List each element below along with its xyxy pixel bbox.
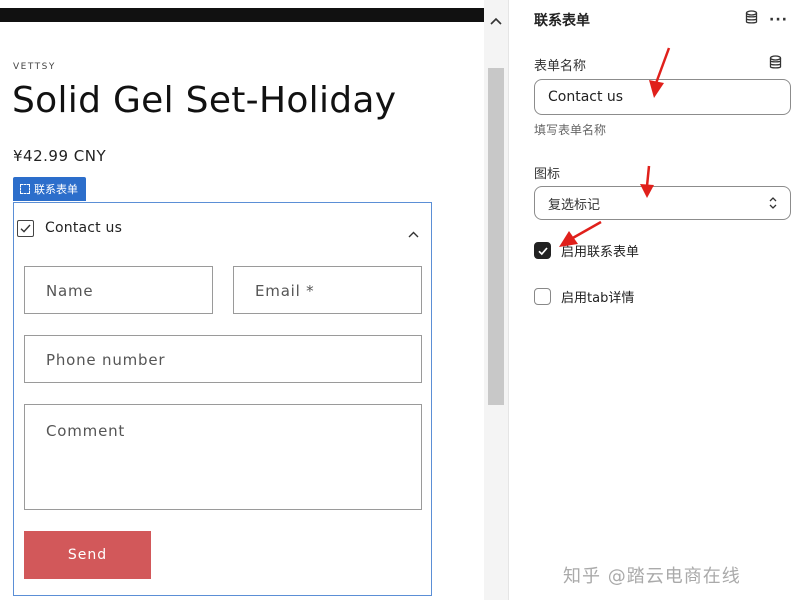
comment-textarea[interactable]: Comment [24,404,422,510]
enable-contact-form-checkbox[interactable] [534,242,551,259]
product-title: Solid Gel Set-Holiday [12,80,397,121]
block-select-icon [20,184,30,194]
announcement-bar [0,8,484,22]
checkbox-icon [17,220,34,237]
preview-scrollbar[interactable] [484,0,508,600]
scrollbar-thumb[interactable] [488,68,504,405]
select-chevron-icon [768,196,778,214]
selected-block-tag[interactable]: 联系表单 [13,177,86,201]
send-button[interactable]: Send [24,531,151,579]
annotation-arrow-form-name [649,47,671,98]
email-input[interactable]: Email * [233,266,422,314]
icon-label: 图标 [534,167,561,182]
enable-tab-details-option[interactable]: 启用tab详情 [534,287,634,306]
phone-input[interactable]: Phone number [24,335,422,383]
enable-tab-details-checkbox[interactable] [534,288,551,305]
chevron-up-icon[interactable] [408,223,419,242]
name-placeholder: Name [46,282,94,300]
settings-panel: 联系表单 ··· 表单名称 Contact us 填写表单名称 图标 复选标记 … [508,0,800,600]
email-placeholder: Email * [255,282,315,300]
contact-form-title: Contact us [45,220,123,236]
form-name-hint: 填写表单名称 [534,123,607,137]
scroll-up-icon[interactable] [490,10,502,29]
theme-preview: VETTSY Solid Gel Set-Holiday ¥42.99 CNY … [0,0,484,600]
name-input[interactable]: Name [24,266,213,314]
product-vendor: VETTSY [13,62,56,72]
comment-placeholder: Comment [46,422,126,440]
phone-placeholder: Phone number [46,351,166,369]
contact-form-header[interactable]: Contact us [14,203,431,255]
block-tag-label: 联系表单 [34,183,78,196]
panel-title: 联系表单 [534,13,590,29]
icon-select[interactable]: 复选标记 [534,186,791,220]
dynamic-source-icon[interactable] [769,55,782,74]
enable-tab-details-label: 启用tab详情 [561,291,635,306]
form-name-label: 表单名称 [534,59,587,74]
more-options-icon[interactable]: ··· [769,12,788,28]
annotation-arrow-icon [640,165,654,198]
watermark: 知乎 @踏云电商在线 [563,566,741,587]
icon-select-value: 复选标记 [548,197,601,213]
product-price: ¥42.99 CNY [13,147,107,165]
database-icon[interactable] [745,10,758,29]
contact-form-block[interactable]: Contact us Name Email * Phone number Com… [13,202,432,596]
annotation-arrow-enable-form [559,220,602,247]
